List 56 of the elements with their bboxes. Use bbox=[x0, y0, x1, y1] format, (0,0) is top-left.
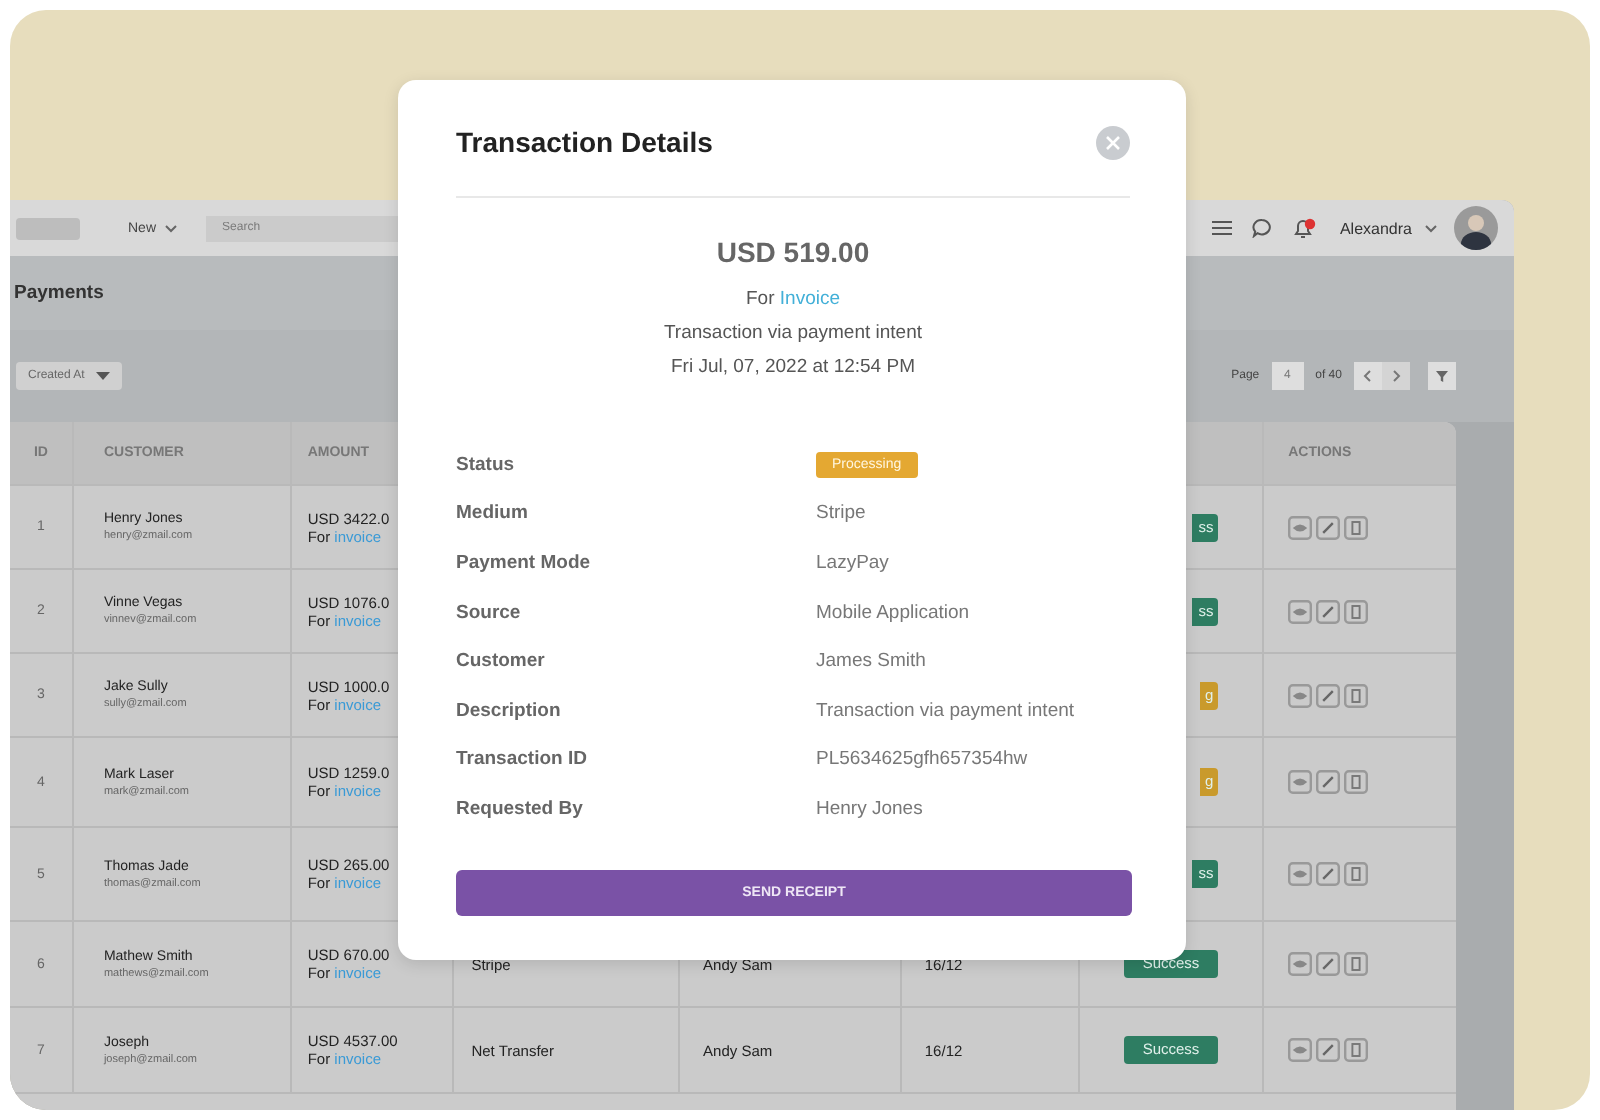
eye-icon[interactable] bbox=[1288, 770, 1313, 794]
pencil-icon[interactable] bbox=[1316, 1038, 1341, 1062]
caret-down-icon[interactable] bbox=[96, 372, 111, 380]
trash-icon[interactable] bbox=[1344, 515, 1369, 539]
detail-value: James Smith bbox=[816, 650, 928, 673]
invoice-note: For Invoice bbox=[746, 286, 840, 314]
detail-value: PL5634625gfh657354hw bbox=[816, 748, 1030, 771]
detail-value: Mobile Application bbox=[816, 601, 972, 624]
detail-label: Description bbox=[456, 699, 563, 722]
eye-icon[interactable] bbox=[1288, 1038, 1313, 1062]
eye-icon[interactable] bbox=[1288, 952, 1313, 976]
page-title: Payments bbox=[14, 282, 104, 304]
detail-label: Source bbox=[456, 601, 523, 624]
chat-icon[interactable] bbox=[1251, 218, 1272, 238]
transaction-description: Transaction via payment intent bbox=[663, 320, 923, 348]
trash-icon[interactable] bbox=[1344, 683, 1369, 707]
detail-label: Status bbox=[456, 453, 517, 476]
close-icon[interactable] bbox=[1096, 125, 1130, 159]
avatar-icon[interactable] bbox=[1454, 206, 1498, 250]
trash-icon[interactable] bbox=[1344, 770, 1369, 794]
logo-placeholder bbox=[16, 217, 80, 239]
detail-value: LazyPay bbox=[816, 551, 891, 574]
detail-label: Payment Mode bbox=[456, 551, 593, 574]
chevron-down-icon[interactable] bbox=[164, 223, 179, 233]
pencil-icon[interactable] bbox=[1316, 515, 1341, 539]
detail-value: Henry Jones bbox=[816, 797, 925, 820]
detail-label: Requested By bbox=[456, 797, 585, 820]
pencil-icon[interactable] bbox=[1316, 683, 1341, 707]
eye-icon[interactable] bbox=[1288, 862, 1313, 886]
bell-icon[interactable] bbox=[1291, 217, 1316, 239]
detail-value: Stripe bbox=[816, 502, 868, 525]
user-menu[interactable]: Alexandra bbox=[1339, 219, 1438, 237]
detail-value: Transaction via payment intent bbox=[816, 699, 1077, 722]
invoice-link[interactable]: Invoice bbox=[779, 288, 840, 310]
transaction-date: Fri Jul, 07, 2022 at 12:54 PM bbox=[671, 354, 915, 382]
detail-label: Medium bbox=[456, 502, 530, 525]
eye-icon[interactable] bbox=[1288, 515, 1313, 539]
chevron-down-icon[interactable] bbox=[1424, 223, 1438, 233]
pencil-icon[interactable] bbox=[1316, 952, 1341, 976]
pencil-icon[interactable] bbox=[1316, 599, 1341, 623]
filter-icon[interactable] bbox=[1428, 362, 1456, 390]
detail-label: Transaction ID bbox=[456, 748, 589, 771]
eye-icon[interactable] bbox=[1288, 683, 1313, 707]
previous-page-icon[interactable] bbox=[1354, 362, 1382, 390]
trash-icon[interactable] bbox=[1344, 862, 1369, 886]
transaction-amount: USD 519.00 bbox=[716, 236, 870, 272]
trash-icon[interactable] bbox=[1344, 1038, 1369, 1062]
trash-icon[interactable] bbox=[1344, 952, 1369, 976]
trash-icon[interactable] bbox=[1344, 599, 1369, 623]
eye-icon[interactable] bbox=[1288, 599, 1313, 623]
pencil-icon[interactable] bbox=[1316, 862, 1341, 886]
modal-title: Transaction Details bbox=[456, 126, 713, 158]
next-page-icon[interactable] bbox=[1382, 362, 1410, 390]
menu-icon[interactable] bbox=[1211, 220, 1232, 236]
pencil-icon[interactable] bbox=[1316, 770, 1341, 794]
detail-label: Customer bbox=[456, 650, 547, 673]
